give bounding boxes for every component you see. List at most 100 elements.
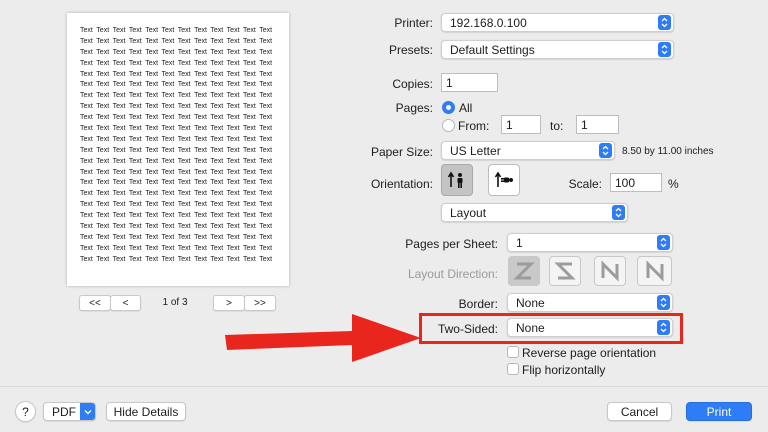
- preview-text-word: Text: [145, 233, 159, 241]
- pdf-menu-button[interactable]: PDF: [43, 402, 96, 421]
- border-select[interactable]: None: [507, 293, 673, 312]
- preview-text-word: Text: [177, 114, 191, 122]
- preview-text-word: Text: [210, 59, 224, 67]
- preview-text-word: Text: [194, 37, 207, 45]
- preview-text-word: Text: [259, 212, 273, 220]
- landscape-orientation-button[interactable]: [488, 164, 520, 196]
- scale-field[interactable]: 100: [610, 173, 662, 192]
- preview-text-word: Text: [128, 125, 142, 133]
- preview-text-word: Text: [210, 135, 224, 143]
- preview-text-word: Text: [194, 70, 207, 78]
- pages-from-radio[interactable]: [442, 119, 455, 132]
- preview-text-word: Text: [194, 212, 207, 220]
- preview-text-word: Text: [145, 81, 159, 89]
- preview-text-word: Text: [177, 59, 191, 67]
- first-page-button[interactable]: <<: [79, 295, 111, 311]
- presets-select[interactable]: Default Settings: [441, 40, 674, 59]
- flip-horizontally-checkbox[interactable]: [507, 363, 519, 375]
- preview-text-word: Text: [145, 27, 159, 34]
- preview-text-word: Text: [226, 114, 240, 122]
- preview-text-word: Text: [242, 255, 256, 263]
- layout-direction-reverse-z-button[interactable]: [549, 256, 581, 286]
- preview-text-word: Text: [226, 135, 240, 143]
- pages-from-field[interactable]: 1: [501, 115, 541, 134]
- hide-details-button[interactable]: Hide Details: [106, 402, 186, 421]
- preview-text-word: Text: [177, 48, 191, 56]
- pages-to-value: 1: [581, 117, 588, 132]
- preview-text-word: Text: [112, 135, 126, 143]
- preview-text-word: Text: [259, 146, 273, 154]
- copies-field[interactable]: 1: [441, 73, 498, 92]
- preview-text-word: Text: [112, 59, 126, 67]
- preview-text-word: Text: [145, 125, 159, 133]
- preview-text-word: Text: [226, 92, 240, 100]
- reverse-z-direction-icon: [554, 262, 576, 280]
- preview-text-word: Text: [161, 168, 175, 176]
- preview-text-word: Text: [80, 233, 93, 241]
- hide-details-label: Hide Details: [113, 404, 179, 419]
- preview-text-word: Text: [96, 59, 110, 67]
- paper-size-select[interactable]: US Letter: [441, 141, 615, 160]
- portrait-orientation-button[interactable]: [441, 164, 473, 196]
- cancel-button[interactable]: Cancel: [607, 402, 672, 421]
- preview-text-word: Text: [80, 146, 93, 154]
- print-section-select[interactable]: Layout: [441, 203, 628, 222]
- preview-text-word: Text: [177, 135, 191, 143]
- two-sided-select[interactable]: None: [507, 318, 673, 337]
- preview-text-word: Text: [210, 244, 224, 252]
- first-page-label: <<: [89, 297, 101, 309]
- preview-text-word: Text: [112, 179, 126, 187]
- preview-text-word: Text: [145, 59, 159, 67]
- pages-all-radio[interactable]: [442, 101, 455, 114]
- layout-direction-z-button[interactable]: [508, 256, 540, 286]
- preview-text-word: Text: [128, 81, 142, 89]
- border-value: None: [516, 295, 545, 310]
- preview-text-word: Text: [194, 201, 207, 209]
- paper-size-value: US Letter: [450, 143, 501, 158]
- page-indicator: 1 of 3: [162, 297, 188, 308]
- preview-text-word: Text: [145, 70, 159, 78]
- preview-text-word: Text: [96, 179, 110, 187]
- pages-per-sheet-select[interactable]: 1: [507, 233, 673, 252]
- preview-text-word: Text: [259, 135, 273, 143]
- preview-text-word: Text: [128, 233, 142, 241]
- preview-text-word: Text: [194, 92, 207, 100]
- preview-text-word: Text: [226, 103, 240, 111]
- preview-text-word: Text: [96, 48, 110, 56]
- layout-direction-n-button[interactable]: [594, 256, 626, 286]
- preview-text-word: Text: [210, 157, 224, 165]
- preview-text-word: Text: [259, 27, 273, 34]
- printer-select[interactable]: 192.168.0.100: [441, 13, 674, 32]
- preview-text-word: Text: [242, 114, 256, 122]
- preview-text-word: Text: [194, 81, 207, 89]
- preview-text-word: Text: [145, 103, 159, 111]
- pages-to-field[interactable]: 1: [576, 115, 619, 134]
- preview-text-word: Text: [112, 81, 126, 89]
- preview-text-word: Text: [177, 201, 191, 209]
- preview-text-word: Text: [145, 92, 159, 100]
- preview-text-word: Text: [194, 233, 207, 241]
- preview-text-word: Text: [112, 27, 126, 34]
- previous-page-button[interactable]: <: [110, 295, 141, 311]
- print-label: Print: [706, 404, 732, 419]
- copies-label: Copies:: [392, 77, 433, 91]
- preview-text-word: Text: [210, 27, 224, 34]
- preview-text-word: Text: [80, 255, 93, 263]
- preview-text-word: Text: [259, 37, 273, 45]
- preview-text-word: Text: [128, 37, 142, 45]
- footer-separator: [0, 386, 768, 387]
- preview-text-word: Text: [177, 233, 191, 241]
- preview-text-word: Text: [145, 135, 159, 143]
- z-direction-icon: [513, 262, 535, 280]
- preview-text-word: Text: [242, 37, 256, 45]
- reverse-orientation-checkbox[interactable]: [507, 346, 519, 358]
- help-icon: ?: [22, 404, 29, 419]
- preview-text-word: Text: [112, 37, 126, 45]
- paper-size-label: Paper Size:: [370, 145, 433, 159]
- preview-text-word: Text: [226, 168, 240, 176]
- pdf-label: PDF: [52, 404, 76, 419]
- help-button[interactable]: ?: [15, 401, 36, 422]
- print-button[interactable]: Print: [686, 402, 752, 421]
- preview-text-word: Text: [210, 146, 224, 154]
- layout-direction-reverse-n-button[interactable]: [637, 256, 672, 286]
